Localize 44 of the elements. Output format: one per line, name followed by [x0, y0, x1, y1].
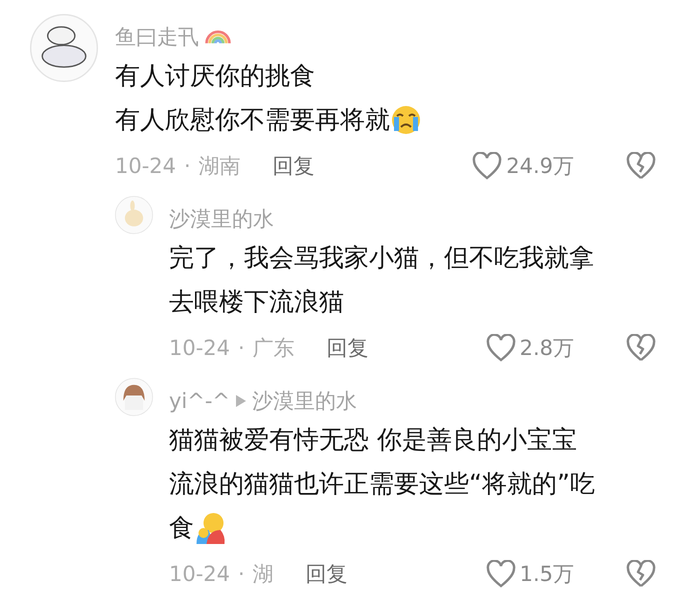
heart-icon: [486, 560, 516, 588]
comment-date: 10-24: [169, 562, 230, 586]
heart-icon: [486, 334, 516, 362]
like-count: 1.5万: [520, 561, 574, 588]
avatar[interactable]: [30, 14, 98, 82]
username[interactable]: 鱼曰走卂: [115, 23, 199, 51]
separator-dot: ·: [238, 562, 245, 586]
like-count: 2.8万: [520, 335, 574, 362]
hugging-face-icon: [196, 512, 226, 544]
comment-location: 湖南: [198, 153, 241, 180]
comment-text: 猫猫被爱有恃无恐 你是善良的小宝宝: [169, 424, 577, 456]
separator-dot: ·: [184, 154, 191, 178]
comment-text: 食: [169, 512, 194, 544]
comment-text: 完了，我会骂我家小猫，但不吃我就拿: [169, 242, 594, 274]
crying-face-icon: [392, 106, 420, 134]
heart-icon: [472, 152, 502, 180]
comment-location: 湖: [252, 561, 274, 588]
reply-link[interactable]: 回复: [306, 560, 348, 588]
comment-date: 10-24: [115, 154, 176, 178]
rainbow-icon: [205, 30, 231, 44]
comment-text: 去喂楼下流浪猫: [169, 286, 344, 318]
reply-link[interactable]: 回复: [272, 152, 315, 180]
username[interactable]: 沙漠里的水: [252, 387, 358, 415]
broken-heart-icon: [626, 152, 656, 180]
like-button[interactable]: [486, 560, 516, 588]
comment-location: 广东: [252, 335, 295, 362]
username[interactable]: yi^-^: [169, 389, 230, 413]
dislike-button[interactable]: [626, 334, 656, 362]
like-button[interactable]: [486, 334, 516, 362]
comment-text: 有人讨厌你的挑食: [115, 60, 315, 92]
separator-dot: ·: [238, 336, 245, 360]
username[interactable]: 沙漠里的水: [169, 205, 274, 233]
like-button[interactable]: [472, 152, 502, 180]
dislike-button[interactable]: [626, 152, 656, 180]
comment-date: 10-24: [169, 336, 230, 360]
comment-text: 流浪的猫猫也许正需要这些“将就的”吃: [169, 468, 595, 500]
play-icon: [236, 395, 246, 407]
broken-heart-icon: [626, 334, 656, 362]
avatar[interactable]: [115, 378, 153, 416]
reply-link[interactable]: 回复: [326, 334, 369, 362]
comment-text: 有人欣慰你不需要再将就: [115, 104, 390, 136]
like-count: 24.9万: [506, 153, 574, 180]
broken-heart-icon: [626, 560, 656, 588]
dislike-button[interactable]: [626, 560, 656, 588]
